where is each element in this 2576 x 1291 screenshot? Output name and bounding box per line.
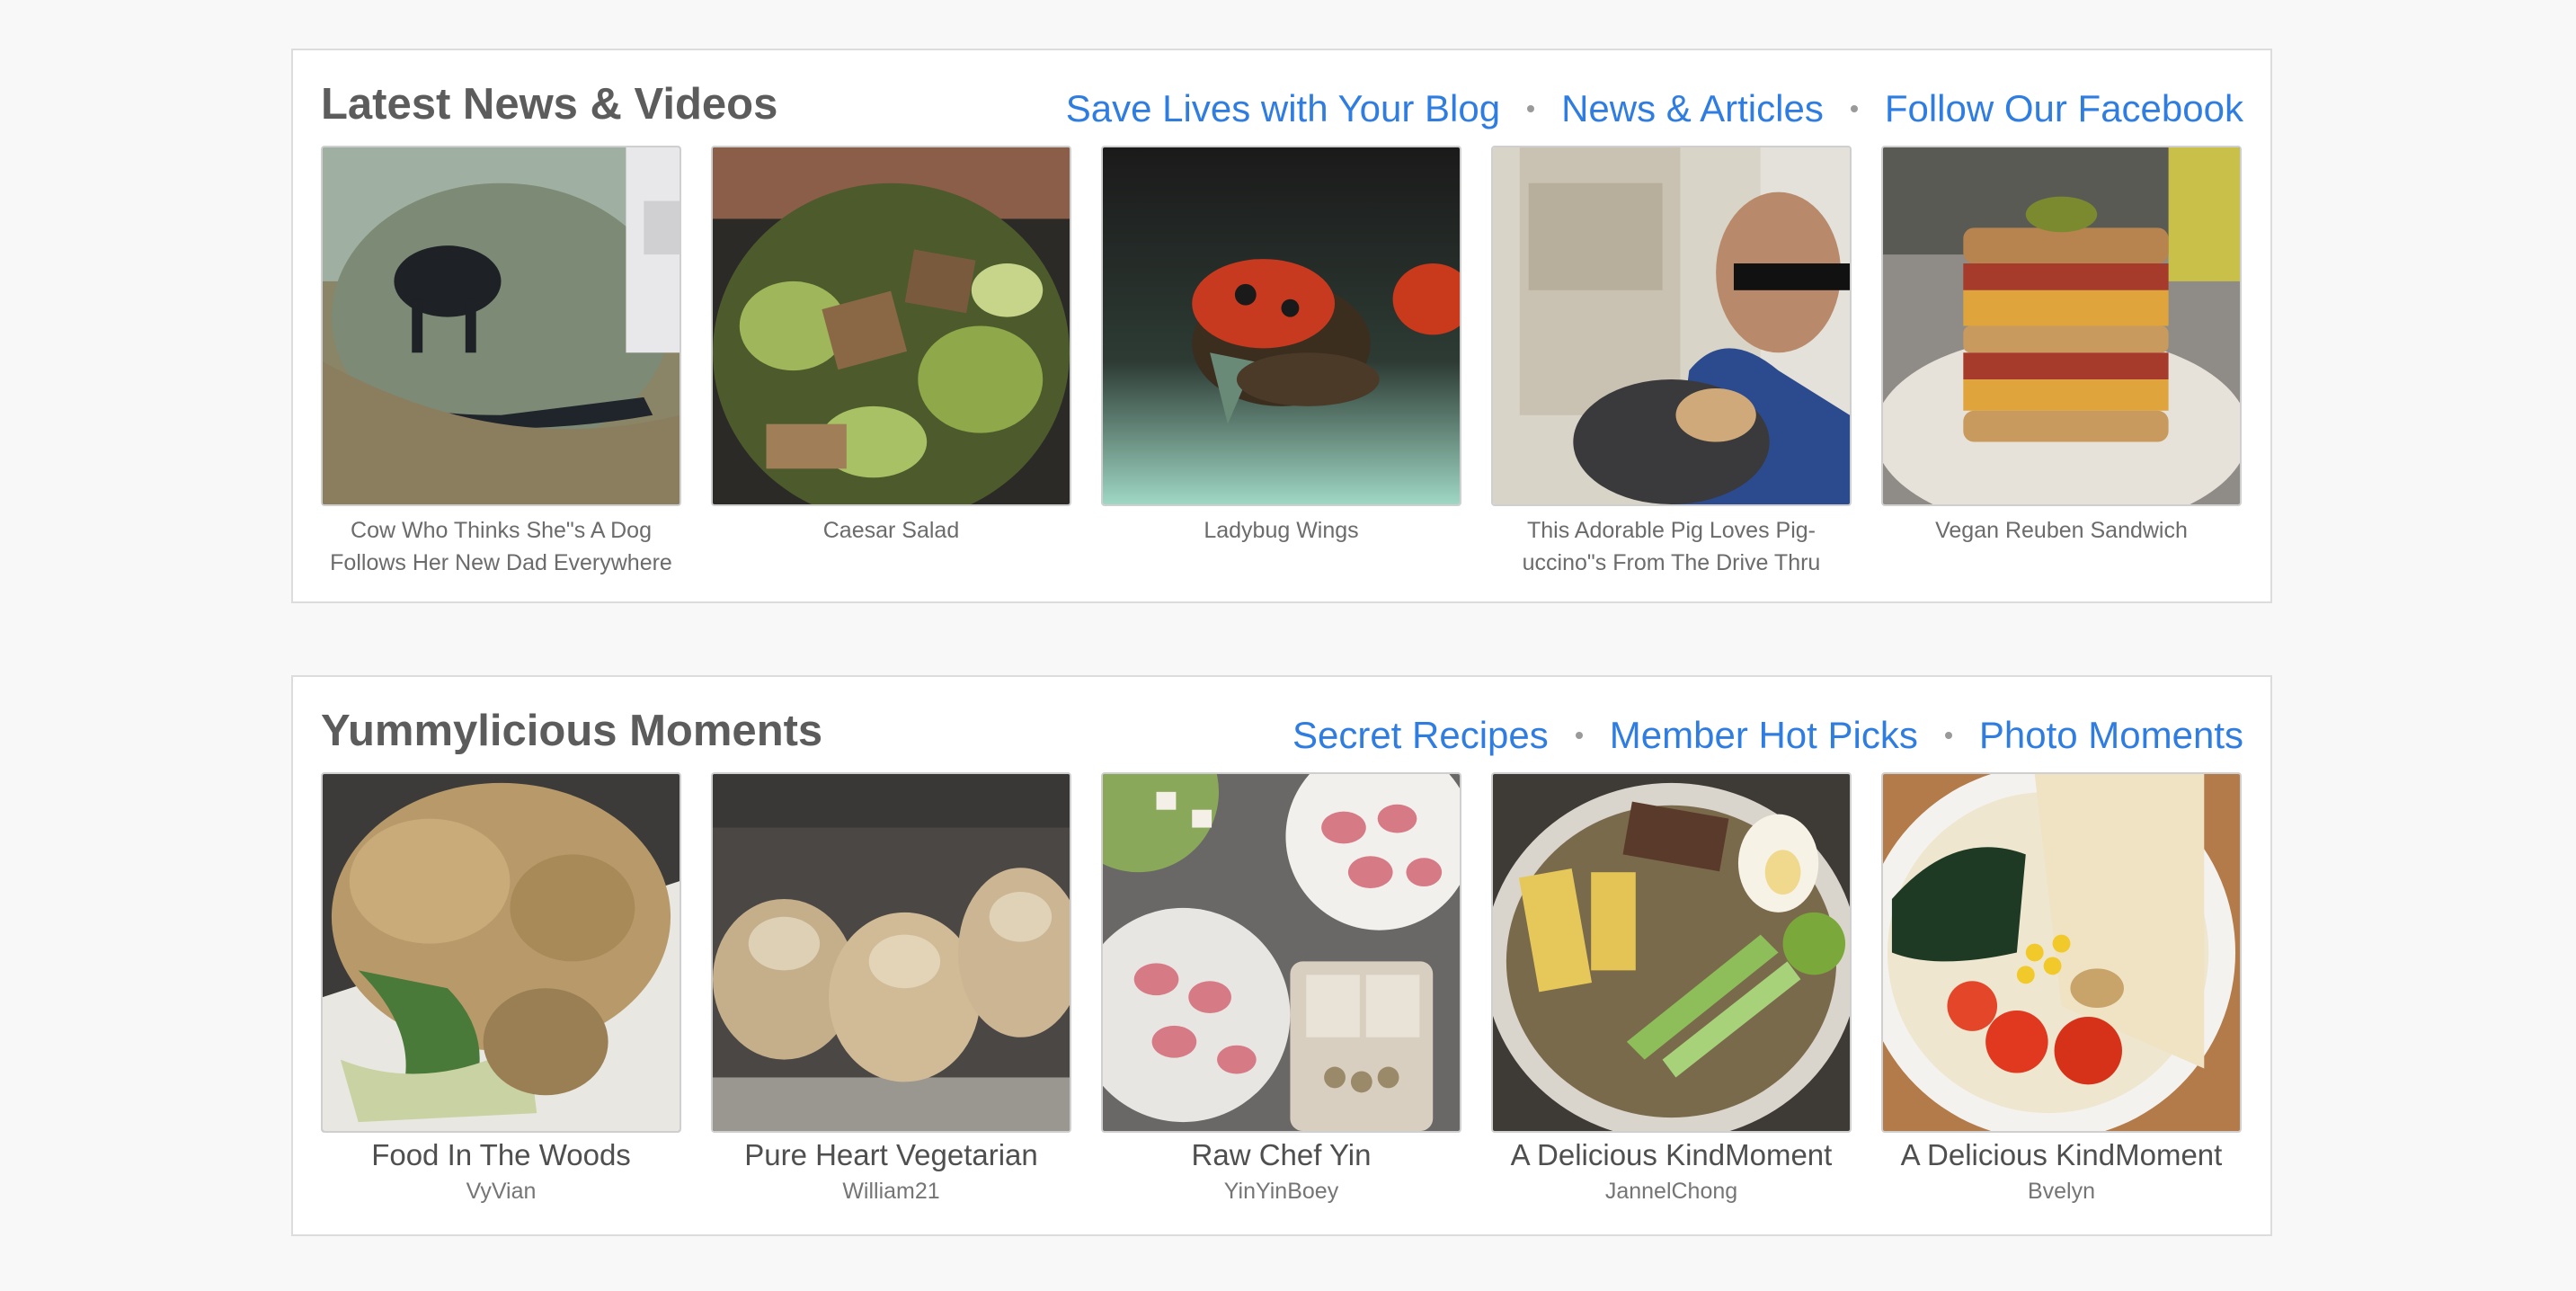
- news-caption[interactable]: This Adorable Pig Loves Pig-uccino"s Fro…: [1491, 514, 1852, 579]
- news-card-list: Cow Who Thinks She"s A Dog Follows Her N…: [321, 146, 2242, 579]
- yummy-card-user[interactable]: William21: [711, 1176, 1071, 1206]
- news-card[interactable]: Ladybug Wings: [1101, 146, 1461, 579]
- photo-moments-link[interactable]: Photo Moments: [1979, 717, 2243, 754]
- yummy-card-title[interactable]: A Delicious KindMoment: [1881, 1137, 2242, 1173]
- secret-recipes-link[interactable]: Secret Recipes: [1292, 717, 1549, 754]
- link-separator-dot: [1850, 105, 1858, 112]
- follow-facebook-link[interactable]: Follow Our Facebook: [1885, 90, 2243, 128]
- news-panel: Latest News & Videos Save Lives with You…: [291, 49, 2272, 603]
- yummy-card[interactable]: Pure Heart Vegetarian William21: [711, 772, 1071, 1206]
- yummy-thumbnail-buns[interactable]: [711, 772, 1071, 1133]
- news-caption[interactable]: Cow Who Thinks She"s A Dog Follows Her N…: [321, 514, 681, 579]
- news-thumbnail-salad[interactable]: [711, 146, 1071, 506]
- link-separator-dot: [1527, 105, 1535, 112]
- news-card[interactable]: Cow Who Thinks She"s A Dog Follows Her N…: [321, 146, 681, 579]
- news-thumbnail-sandwich[interactable]: [1881, 146, 2242, 506]
- yummy-card[interactable]: A Delicious KindMoment Bvelyn: [1881, 772, 2242, 1206]
- link-separator-dot: [1944, 732, 1952, 739]
- news-caption[interactable]: Caesar Salad: [711, 514, 1071, 547]
- yummy-card[interactable]: Food In The Woods VyVian: [321, 772, 681, 1206]
- news-thumbnail-ladybug[interactable]: [1101, 146, 1461, 506]
- yummy-links: Secret Recipes Member Hot Picks Photo Mo…: [1292, 717, 2243, 754]
- yummy-thumbnail-noodle-soup[interactable]: [1491, 772, 1852, 1133]
- yummy-card-list: Food In The Woods VyVian Pure Heart Vege…: [321, 772, 2242, 1206]
- news-links: Save Lives with Your Blog News & Article…: [1066, 90, 2243, 128]
- yummy-panel-title: Yummylicious Moments: [321, 707, 823, 755]
- news-thumbnail-pig[interactable]: [1491, 146, 1852, 506]
- yummy-thumbnail-fried-food[interactable]: [321, 772, 681, 1133]
- news-thumbnail-cow[interactable]: [321, 146, 681, 506]
- yummy-card-title[interactable]: A Delicious KindMoment: [1491, 1137, 1852, 1173]
- yummy-thumbnail-guava[interactable]: [1101, 772, 1461, 1133]
- yummy-panel: Yummylicious Moments Secret Recipes Memb…: [291, 675, 2272, 1236]
- news-card[interactable]: This Adorable Pig Loves Pig-uccino"s Fro…: [1491, 146, 1852, 579]
- yummy-card-user[interactable]: JannelChong: [1491, 1176, 1852, 1206]
- yummy-card[interactable]: Raw Chef Yin YinYinBoey: [1101, 772, 1461, 1206]
- yummy-card-user[interactable]: Bvelyn: [1881, 1176, 2242, 1206]
- news-caption[interactable]: Ladybug Wings: [1101, 514, 1461, 547]
- link-separator-dot: [1575, 732, 1583, 739]
- save-lives-blog-link[interactable]: Save Lives with Your Blog: [1066, 90, 1500, 128]
- yummy-card-title[interactable]: Raw Chef Yin: [1101, 1137, 1461, 1173]
- member-hot-picks-link[interactable]: Member Hot Picks: [1610, 717, 1918, 754]
- news-card[interactable]: Vegan Reuben Sandwich: [1881, 146, 2242, 579]
- news-caption[interactable]: Vegan Reuben Sandwich: [1881, 514, 2242, 547]
- yummy-card-user[interactable]: VyVian: [321, 1176, 681, 1206]
- news-panel-title: Latest News & Videos: [321, 80, 778, 129]
- news-articles-link[interactable]: News & Articles: [1561, 90, 1824, 128]
- yummy-card-title[interactable]: Food In The Woods: [321, 1137, 681, 1173]
- yummy-card-title[interactable]: Pure Heart Vegetarian: [711, 1137, 1071, 1173]
- yummy-thumbnail-ramen[interactable]: [1881, 772, 2242, 1133]
- yummy-card[interactable]: A Delicious KindMoment JannelChong: [1491, 772, 1852, 1206]
- news-card[interactable]: Caesar Salad: [711, 146, 1071, 579]
- yummy-card-user[interactable]: YinYinBoey: [1101, 1176, 1461, 1206]
